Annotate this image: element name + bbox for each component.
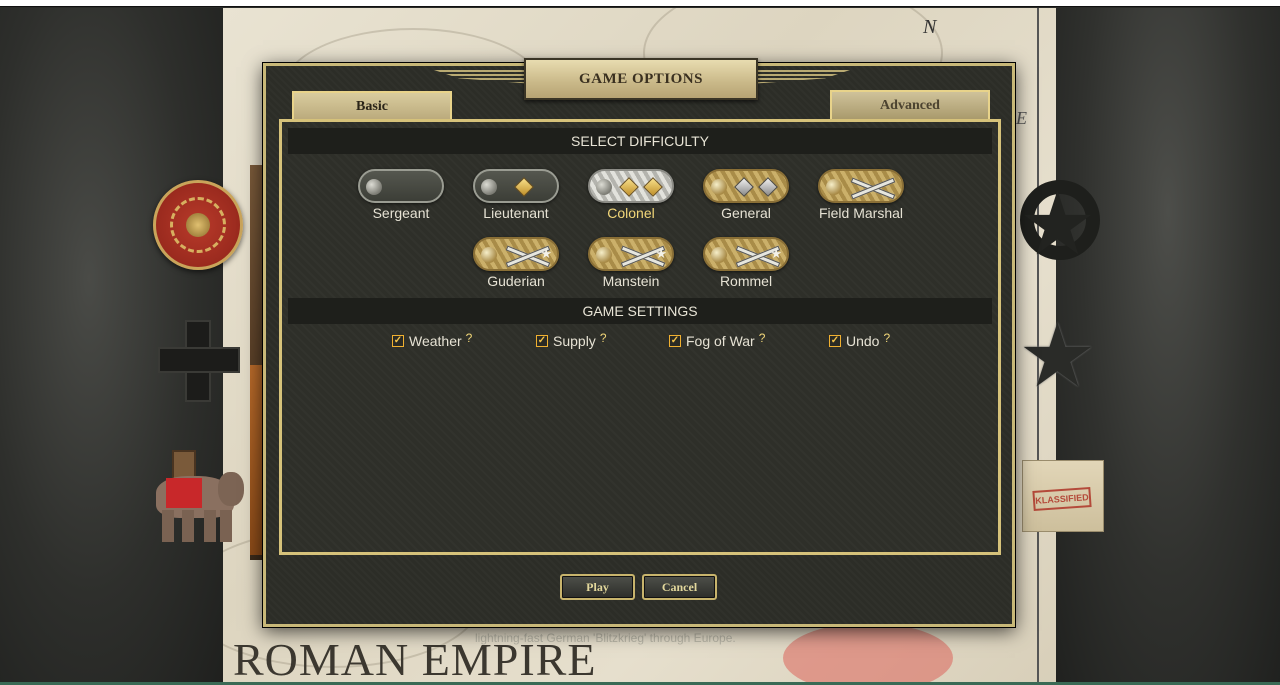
rank-lieutenant[interactable]: Lieutenant bbox=[464, 169, 568, 221]
rommel-insignia-icon: ★ bbox=[703, 237, 789, 271]
setting-undo[interactable]: ✓ Undo ? bbox=[829, 331, 890, 349]
soviet-star-icon[interactable]: ★ bbox=[1018, 312, 1097, 400]
star-icon: ★ bbox=[655, 246, 667, 261]
rank-manstein[interactable]: ★ Manstein bbox=[579, 237, 683, 289]
rank-guderian[interactable]: ★ Guderian bbox=[464, 237, 568, 289]
cancel-button[interactable]: Cancel bbox=[642, 574, 717, 600]
roman-shield-icon[interactable] bbox=[153, 180, 243, 270]
rank-label: Guderian bbox=[487, 273, 545, 289]
basic-options-panel: SELECT DIFFICULTY Sergeant Lieutenant Co… bbox=[279, 119, 1001, 555]
rank-field-marshal[interactable]: Field Marshal bbox=[809, 169, 913, 221]
war-elephant-icon[interactable] bbox=[146, 448, 250, 544]
compass-north-label: N bbox=[923, 16, 937, 38]
side-card-edge bbox=[250, 365, 264, 555]
iron-cross-icon[interactable] bbox=[160, 322, 238, 400]
rank-sergeant[interactable]: Sergeant bbox=[349, 169, 453, 221]
map-red-territory bbox=[783, 623, 953, 685]
game-settings-header: GAME SETTINGS bbox=[288, 298, 992, 324]
fog-of-war-checkbox[interactable]: ✓ bbox=[669, 335, 681, 347]
field-marshal-insignia-icon bbox=[818, 169, 904, 203]
browser-top-strip bbox=[0, 0, 1280, 7]
setting-weather[interactable]: ✓ Weather ? bbox=[392, 331, 473, 349]
black-star-icon: ★ bbox=[1018, 174, 1097, 273]
rank-general[interactable]: General bbox=[694, 169, 798, 221]
lieutenant-insignia-icon bbox=[473, 169, 559, 203]
undo-checkbox[interactable]: ✓ bbox=[829, 335, 841, 347]
rank-label: Lieutenant bbox=[483, 205, 549, 221]
help-icon[interactable]: ? bbox=[759, 331, 766, 345]
weather-checkbox[interactable]: ✓ bbox=[392, 335, 404, 347]
sergeant-insignia-icon bbox=[358, 169, 444, 203]
rank-rommel[interactable]: ★ Rommel bbox=[694, 237, 798, 289]
setting-label: Fog of War bbox=[686, 333, 755, 349]
star-icon: ★ bbox=[540, 246, 552, 261]
rank-label: General bbox=[721, 205, 771, 221]
supply-checkbox[interactable]: ✓ bbox=[536, 335, 548, 347]
rank-label: Rommel bbox=[719, 273, 773, 289]
map-letter: E bbox=[1016, 108, 1027, 128]
rank-label: Sergeant bbox=[372, 205, 430, 221]
setting-supply[interactable]: ✓ Supply ? bbox=[536, 331, 607, 349]
setting-label: Supply bbox=[553, 333, 596, 349]
play-button[interactable]: Play bbox=[560, 574, 635, 600]
folder-stamp: KLASSIFIED bbox=[1032, 487, 1092, 511]
rank-label: Colonel bbox=[607, 205, 655, 221]
classified-folder-icon[interactable]: KLASSIFIED bbox=[1022, 460, 1104, 532]
dialog-title: GAME OPTIONS bbox=[524, 58, 758, 100]
manstein-insignia-icon: ★ bbox=[588, 237, 674, 271]
tab-advanced[interactable]: Advanced bbox=[830, 90, 990, 119]
rank-label: Field Marshal bbox=[818, 205, 904, 221]
settings-row: ✓ Weather ? ✓ Supply ? ✓ Fog of War ? ✓ … bbox=[282, 331, 998, 353]
setting-label: Undo bbox=[846, 333, 880, 349]
title-wing-left bbox=[434, 70, 534, 84]
general-insignia-icon bbox=[703, 169, 789, 203]
select-difficulty-header: SELECT DIFFICULTY bbox=[288, 128, 992, 154]
rank-colonel[interactable]: Colonel bbox=[579, 169, 683, 221]
tab-basic[interactable]: Basic bbox=[292, 91, 452, 121]
shield-boss bbox=[186, 213, 210, 237]
title-wing-right bbox=[750, 70, 850, 84]
help-icon[interactable]: ? bbox=[883, 331, 890, 345]
star-icon: ★ bbox=[770, 246, 782, 261]
guderian-insignia-icon: ★ bbox=[473, 237, 559, 271]
rank-label: Manstein bbox=[602, 273, 660, 289]
game-options-dialog: GAME OPTIONS Basic Advanced SELECT DIFFI… bbox=[262, 58, 1016, 628]
setting-label: Weather bbox=[409, 333, 462, 349]
setting-fog-of-war[interactable]: ✓ Fog of War ? bbox=[669, 331, 766, 349]
help-icon[interactable]: ? bbox=[600, 331, 607, 345]
background-caption: lightning-fast German 'Blitzkrieg' throu… bbox=[475, 631, 736, 645]
colonel-insignia-icon bbox=[588, 169, 674, 203]
help-icon[interactable]: ? bbox=[466, 331, 473, 345]
